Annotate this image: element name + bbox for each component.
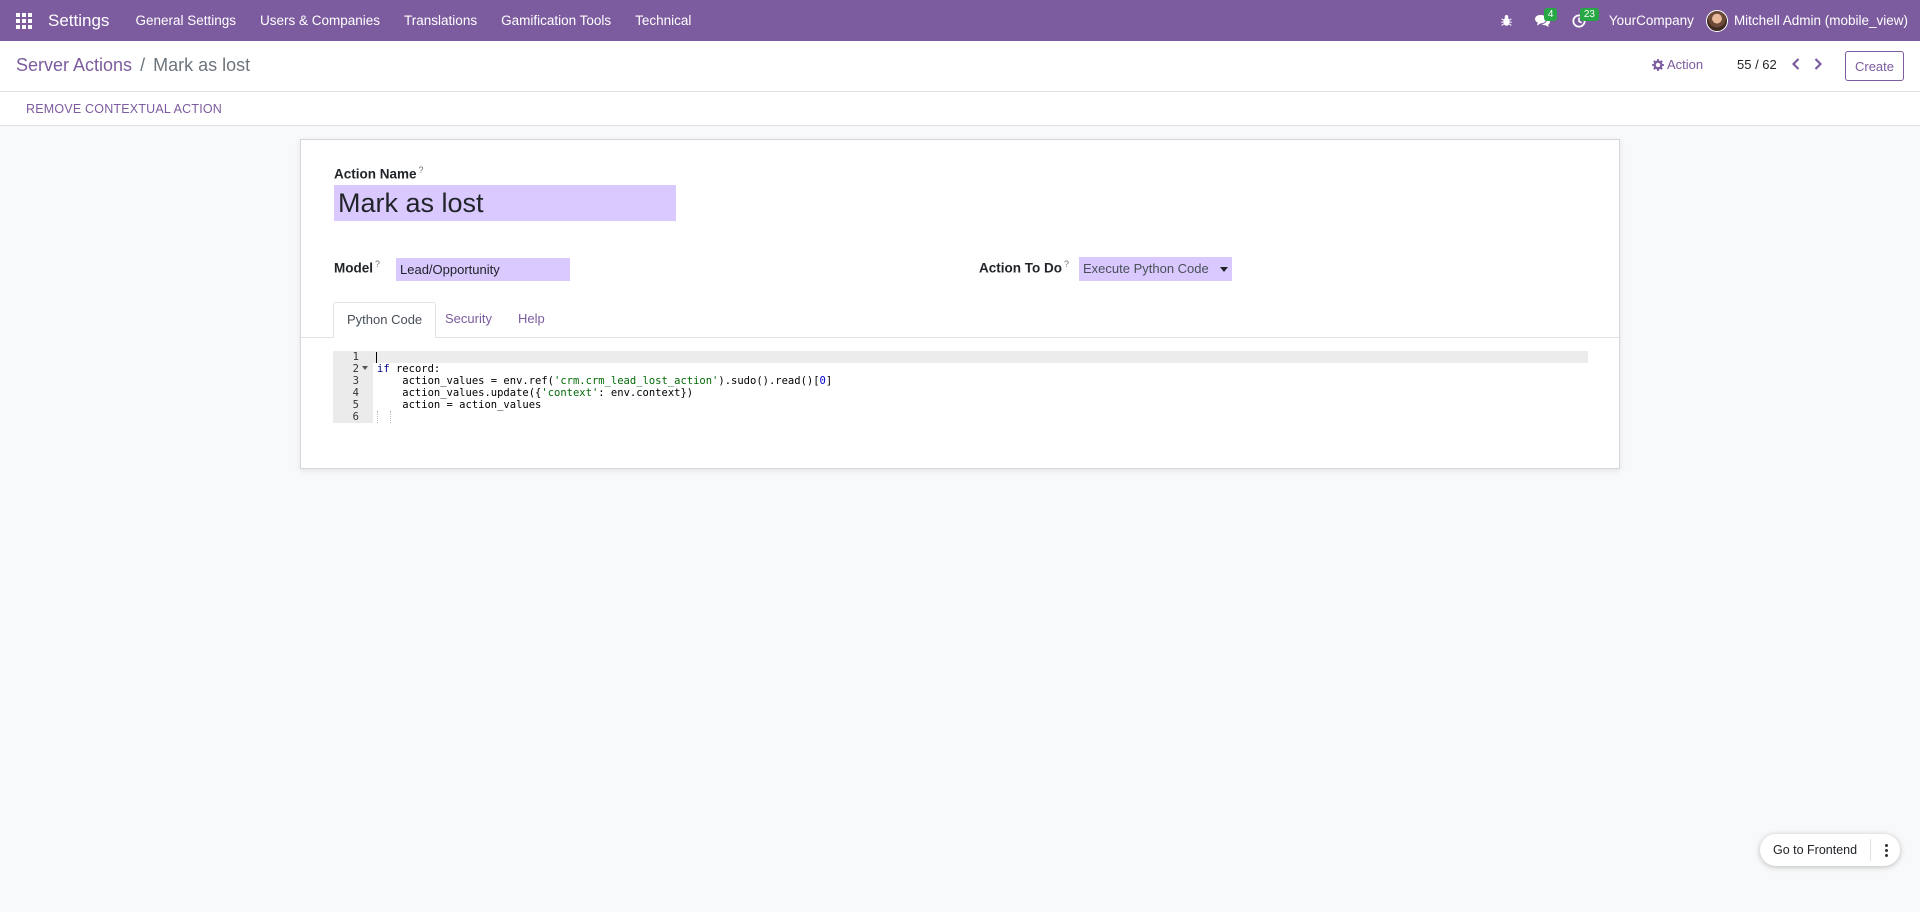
help-tooltip-icon[interactable]: ?	[419, 165, 424, 175]
active-line-highlight	[373, 351, 1588, 363]
control-panel: Server Actions / Mark as lost Action 55 …	[0, 41, 1920, 92]
user-menu[interactable]: Mitchell Admin (mobile_view)	[1705, 9, 1920, 32]
form-sheet: Action Name? Mark as lost Model? Lead/Op…	[300, 139, 1620, 469]
debug-bug-icon[interactable]	[1489, 0, 1525, 41]
menu-technical[interactable]: Technical	[623, 0, 703, 41]
python-code-editor[interactable]: 1 2 3 4 5 6 if record: action_values = e…	[333, 351, 1588, 423]
help-tooltip-icon[interactable]: ?	[375, 259, 380, 269]
action-to-do-select[interactable]: Execute Python Code	[1079, 257, 1232, 281]
action-dropdown[interactable]: Action	[1652, 57, 1703, 72]
model-field[interactable]: Lead/Opportunity	[396, 258, 570, 281]
menu-gamification-tools[interactable]: Gamification Tools	[489, 0, 623, 41]
tab-security[interactable]: Security	[432, 302, 505, 338]
action-label: Action	[1667, 57, 1704, 72]
pager-previous-icon[interactable]	[1786, 54, 1806, 74]
line-number: 4	[352, 387, 359, 399]
action-name-label: Action Name?	[334, 165, 424, 182]
action-to-do-value: Execute Python Code	[1083, 261, 1209, 276]
more-options-icon[interactable]	[1874, 834, 1898, 866]
apps-menu-icon[interactable]	[0, 0, 48, 41]
line-number: 6	[352, 411, 359, 423]
messages-chat-icon[interactable]: 4	[1525, 0, 1561, 41]
code-line: action_values = env.ref('crm.crm_lead_lo…	[377, 375, 833, 387]
breadcrumb: Server Actions / Mark as lost	[16, 55, 250, 76]
pager-next-icon[interactable]	[1808, 54, 1828, 74]
tab-help[interactable]: Help	[505, 302, 558, 338]
go-to-frontend-button[interactable]: Go to Frontend	[1773, 843, 1857, 857]
model-label: Model?	[334, 259, 381, 276]
indent-guide	[377, 411, 378, 423]
menu-users-companies[interactable]: Users & Companies	[248, 0, 392, 41]
line-number: 2	[352, 363, 359, 375]
action-name-input[interactable]: Mark as lost	[334, 185, 676, 221]
user-name: Mitchell Admin (mobile_view)	[1733, 13, 1908, 28]
top-navbar: Settings General Settings Users & Compan…	[0, 0, 1920, 41]
breadcrumb-current: Mark as lost	[153, 55, 251, 75]
action-to-do-label: Action To Do?	[979, 259, 1069, 276]
text-cursor	[376, 352, 377, 363]
breadcrumb-server-actions[interactable]: Server Actions	[16, 55, 132, 76]
activities-clock-icon[interactable]: 23	[1561, 0, 1599, 41]
code-line: action_values.update({'context': env.con…	[377, 387, 694, 399]
menu-general-settings[interactable]: General Settings	[123, 0, 248, 41]
help-tooltip-icon[interactable]: ?	[1064, 259, 1069, 269]
messages-count-badge: 4	[1543, 8, 1558, 21]
fold-arrow-icon[interactable]	[362, 366, 368, 370]
divider	[1870, 839, 1871, 861]
code-line: if record:	[377, 363, 441, 375]
tab-python-code[interactable]: Python Code	[333, 302, 437, 338]
remove-contextual-action-button[interactable]: REMOVE CONTEXTUAL ACTION	[26, 102, 222, 116]
menu-translations[interactable]: Translations	[392, 0, 489, 41]
avatar	[1705, 9, 1728, 32]
form-statusbar: REMOVE CONTEXTUAL ACTION	[0, 92, 1920, 126]
notebook-tabs: Python Code Security Help	[301, 302, 1619, 338]
app-name[interactable]: Settings	[48, 11, 109, 31]
indent-guide	[390, 411, 391, 423]
chevron-down-icon	[1220, 267, 1228, 272]
activities-count-badge: 23	[1579, 8, 1599, 21]
code-line: action = action_values	[377, 399, 542, 411]
breadcrumb-separator: /	[140, 55, 146, 75]
line-number: 3	[352, 375, 359, 387]
gear-icon	[1652, 58, 1664, 71]
frontend-widget: Go to Frontend	[1760, 834, 1900, 866]
pager-value[interactable]: 55 / 62	[1737, 57, 1777, 72]
line-number: 1	[352, 351, 359, 363]
create-button[interactable]: Create	[1845, 51, 1904, 81]
company-switcher[interactable]: YourCompany	[1597, 13, 1706, 28]
editor-gutter: 1 2 3 4 5 6	[333, 351, 373, 423]
line-number: 5	[352, 399, 359, 411]
